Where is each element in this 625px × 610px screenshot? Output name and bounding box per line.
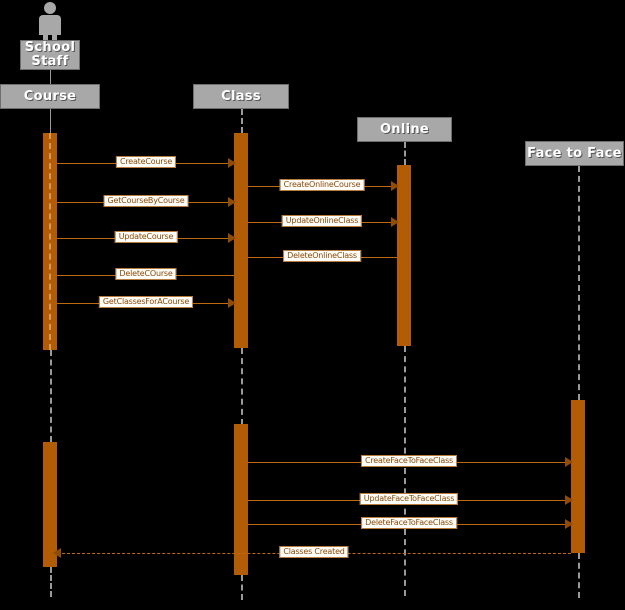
message-label-create-online-course: CreateOnlineCourse bbox=[279, 179, 365, 192]
actor-label-line2: Staff bbox=[31, 54, 69, 69]
actor-body bbox=[39, 15, 61, 35]
message-label-get-classes-for-a-course: GetClassesForACourse bbox=[98, 296, 194, 309]
lifeline-course-gap bbox=[50, 350, 52, 442]
message-arrow-delete-face-to-face-class bbox=[565, 519, 573, 529]
message-label-create-course: CreateCourse bbox=[115, 156, 177, 169]
message-label-get-course-by-course: GetCourseByCourse bbox=[103, 195, 189, 208]
lifeline-class-gap bbox=[241, 348, 243, 425]
participant-header-class[interactable]: Class bbox=[193, 84, 289, 109]
message-arrow-get-course-by-course bbox=[228, 197, 236, 207]
message-label-delete-face-to-face-class: DeleteFaceToFaceClass bbox=[361, 517, 457, 530]
lifeline-online-tail bbox=[404, 346, 406, 596]
message-arrow-update-online-class bbox=[391, 217, 399, 227]
participant-header-course[interactable]: Course bbox=[0, 84, 100, 109]
activation-face-to-face bbox=[571, 400, 585, 553]
activation-course-upper-lifeline bbox=[49, 133, 51, 350]
lifeline-class bbox=[241, 109, 243, 133]
message-arrow-update-course bbox=[228, 233, 236, 243]
message-arrow-classes-created bbox=[53, 548, 61, 558]
message-label-delete-course: DeleteCOurse bbox=[115, 268, 177, 281]
message-arrow-get-classes-for-a-course bbox=[228, 298, 236, 308]
message-label-create-face-to-face-class: CreateFaceToFaceClass bbox=[360, 455, 458, 468]
lifeline-online bbox=[404, 142, 406, 165]
message-label-update-course: UpdateCourse bbox=[114, 231, 178, 244]
message-arrow-create-online-course bbox=[391, 181, 399, 191]
lifeline-course-tail bbox=[50, 567, 52, 597]
lifeline-face-to-face-tail bbox=[578, 553, 580, 598]
participant-header-face-to-face[interactable]: Face to Face bbox=[525, 141, 624, 166]
message-label-update-face-to-face-class: UpdateFaceToFaceClass bbox=[359, 493, 459, 506]
message-arrow-update-face-to-face-class bbox=[565, 495, 573, 505]
participant-header-school-staff[interactable]: School Staff bbox=[20, 40, 80, 70]
actor-head bbox=[44, 2, 56, 14]
sequence-diagram-canvas: School Staff Course Class Online Face to… bbox=[0, 0, 625, 610]
message-label-update-online-class: UpdateOnlineClass bbox=[281, 215, 363, 228]
activation-class-upper bbox=[234, 133, 248, 348]
message-label-delete-online-class: DeleteOnlineClass bbox=[283, 250, 361, 263]
actor-label-line1: School bbox=[24, 40, 76, 56]
message-arrow-create-course bbox=[228, 158, 236, 168]
lifeline-face-to-face bbox=[578, 166, 580, 400]
message-label-classes-created: Classes Created bbox=[279, 546, 349, 559]
lifeline-course bbox=[50, 109, 51, 133]
activation-online bbox=[397, 165, 411, 346]
message-arrow-create-face-to-face-class bbox=[565, 457, 573, 467]
lifeline-class-tail bbox=[241, 575, 243, 600]
lifeline-school-staff bbox=[50, 70, 51, 85]
participant-header-online[interactable]: Online bbox=[357, 117, 452, 142]
